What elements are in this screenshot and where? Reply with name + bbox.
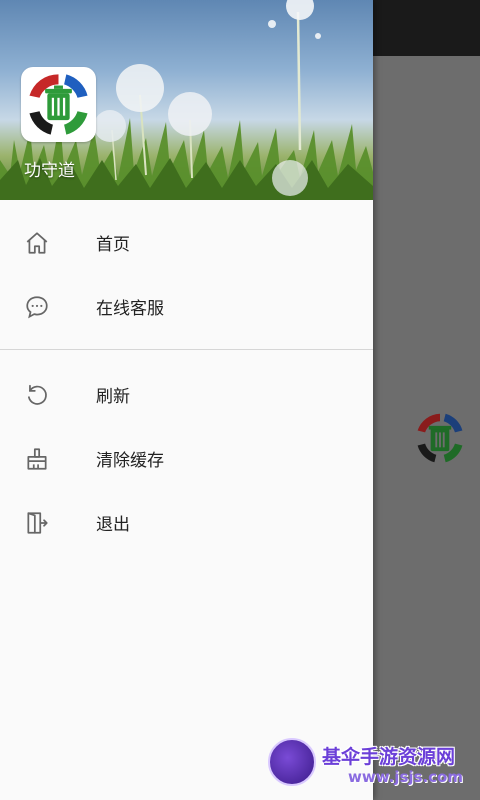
watermark-url: www.jsjs.com (348, 768, 463, 786)
broom-icon (27, 448, 47, 470)
background-app-logo (417, 413, 463, 463)
navigation-drawer: 功守道 首页 在线客服 刷新 清除缓存 退出 (0, 0, 373, 800)
app-name: 功守道 (24, 161, 75, 181)
menu-item-label: 刷新 (96, 387, 130, 407)
menu-item-refresh[interactable]: 刷新 (0, 362, 373, 426)
menu-divider (0, 349, 373, 350)
home-icon (26, 232, 48, 254)
watermark-title: 基伞手游资源网 (322, 746, 456, 768)
exit-door-icon (27, 512, 48, 534)
refresh-icon (28, 384, 47, 405)
drawer-header: 功守道 (0, 0, 373, 200)
drawer-menu: 首页 在线客服 刷新 清除缓存 退出 (0, 210, 373, 554)
recycle-bin-logo-icon (29, 74, 88, 135)
app-logo (21, 67, 96, 142)
watermark: 基伞手游资源网 www.jsjs.com (268, 736, 480, 796)
menu-item-label: 退出 (96, 515, 130, 535)
menu-item-home[interactable]: 首页 (0, 210, 373, 274)
menu-item-logout[interactable]: 退出 (0, 490, 373, 554)
menu-item-label: 在线客服 (96, 299, 164, 319)
menu-item-clear-cache[interactable]: 清除缓存 (0, 426, 373, 490)
watermark-logo-icon (268, 738, 316, 786)
menu-item-label: 首页 (96, 235, 130, 255)
chat-bubble-icon (26, 296, 48, 319)
menu-item-online-support[interactable]: 在线客服 (0, 274, 373, 338)
menu-item-label: 清除缓存 (96, 451, 164, 471)
